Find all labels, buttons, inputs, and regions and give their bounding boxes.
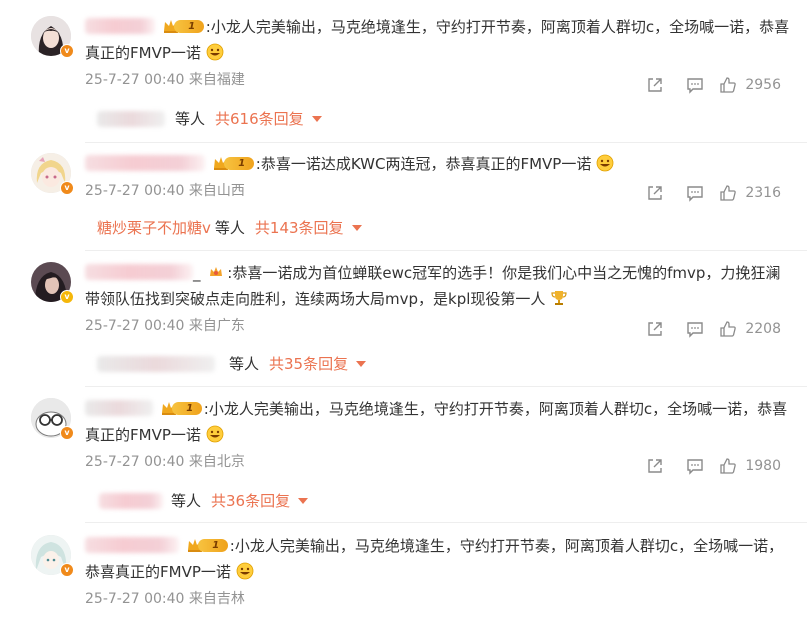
chevron-down-icon: [356, 361, 367, 367]
grin-emoji-icon: [206, 425, 224, 443]
comment-time: 25-7-27 00:40: [85, 454, 185, 470]
share-button[interactable]: [635, 319, 675, 339]
user-name[interactable]: [85, 155, 205, 171]
reply-user-name[interactable]: 糖炒栗子不加糖v: [97, 217, 211, 239]
user-name[interactable]: [85, 400, 153, 416]
like-button[interactable]: 2956: [719, 76, 781, 94]
level-badge: 1: [186, 536, 230, 554]
comment-button[interactable]: [675, 75, 715, 95]
like-button[interactable]: 1980: [719, 457, 781, 475]
comment-icon: [687, 78, 704, 94]
avatar[interactable]: v: [31, 262, 74, 304]
like-count: 2208: [745, 321, 781, 337]
like-count: 2316: [745, 185, 781, 201]
divider: [85, 250, 807, 251]
level-badge: 1: [162, 17, 206, 35]
verified-badge-icon: v: [60, 181, 74, 195]
reply-mid-text: 等人: [175, 110, 206, 128]
comment-location: 来自山西: [188, 183, 245, 199]
comment-icon: [687, 186, 704, 202]
reply-summary[interactable]: 等人 共616条回复: [85, 108, 322, 130]
verified-badge-icon: v: [60, 563, 74, 577]
share-icon: [648, 459, 663, 473]
reply-user-name: [99, 493, 163, 509]
share-button[interactable]: [635, 456, 675, 476]
comment-button[interactable]: [675, 183, 715, 203]
comment-location: 来自福建: [188, 72, 245, 88]
level-badge: 1: [212, 154, 256, 172]
comment-text: :恭喜一诺达成KWC两连冠，恭喜真正的FMVP一诺: [255, 155, 592, 173]
share-button[interactable]: [635, 75, 675, 95]
trophy-icon: [551, 291, 567, 305]
thumbs-up-icon: [720, 185, 737, 201]
reply-count[interactable]: 共616条回复: [215, 108, 304, 130]
reply-summary[interactable]: 糖炒栗子不加糖v 等人 共143条回复: [85, 217, 362, 239]
user-name[interactable]: [85, 18, 155, 34]
grin-emoji-icon: [596, 154, 614, 172]
verified-badge-icon: v: [60, 290, 74, 304]
reply-count[interactable]: 共143条回复: [255, 217, 344, 239]
divider: [85, 386, 807, 387]
comment-time: 25-7-27 00:40: [85, 183, 185, 199]
reply-user-name: [97, 111, 165, 127]
divider: [85, 522, 807, 523]
grin-emoji-icon: [236, 562, 254, 580]
thumbs-up-icon: [720, 77, 737, 93]
avatar[interactable]: v: [31, 398, 74, 440]
avatar[interactable]: v: [31, 16, 74, 58]
reply-mid-text: 等人: [214, 219, 245, 237]
reply-user-name: [97, 356, 215, 372]
avatar[interactable]: v: [31, 153, 74, 195]
comment-time: 25-7-27 00:40: [85, 72, 185, 88]
reply-count[interactable]: 共35条回复: [269, 353, 348, 375]
comment-meta: 25-7-27 00:40 来自吉林: [85, 589, 790, 609]
comment-icon: [687, 322, 704, 338]
user-name[interactable]: [85, 537, 179, 553]
user-name[interactable]: [85, 264, 193, 280]
reply-count[interactable]: 共36条回复: [211, 490, 290, 512]
like-count: 1980: [745, 458, 781, 474]
like-button[interactable]: 2208: [719, 320, 781, 338]
reply-summary[interactable]: 等人 共36条回复: [85, 490, 309, 512]
reply-summary[interactable]: 等人 共35条回复: [85, 353, 367, 375]
comment-time: 25-7-27 00:40: [85, 591, 185, 607]
chevron-down-icon: [298, 498, 309, 504]
comment-location: 来自北京: [188, 454, 245, 470]
like-button[interactable]: 2316: [719, 184, 781, 202]
share-button[interactable]: [635, 183, 675, 203]
share-icon: [648, 186, 663, 200]
share-icon: [648, 78, 663, 92]
verified-badge-icon: v: [60, 426, 74, 440]
crown-icon: [210, 267, 223, 276]
grin-emoji-icon: [206, 43, 224, 61]
reply-mid-text: 等人: [171, 492, 202, 510]
thumbs-up-icon: [720, 458, 737, 474]
chevron-down-icon: [311, 116, 322, 122]
comment-time: 25-7-27 00:40: [85, 318, 185, 334]
divider: [85, 142, 807, 143]
like-count: 2956: [745, 77, 781, 93]
level-badge: 1: [160, 399, 204, 417]
comment-location: 来自吉林: [188, 591, 245, 607]
comment-location: 来自广东: [188, 318, 245, 334]
verified-badge-icon: v: [60, 44, 74, 58]
reply-mid-text: 等人: [229, 355, 260, 373]
comment-button[interactable]: [675, 319, 715, 339]
avatar[interactable]: v: [31, 535, 74, 577]
chevron-down-icon: [351, 225, 362, 231]
thumbs-up-icon: [720, 321, 737, 337]
comment-button[interactable]: [675, 456, 715, 476]
comment-icon: [687, 459, 704, 475]
share-icon: [648, 322, 663, 336]
